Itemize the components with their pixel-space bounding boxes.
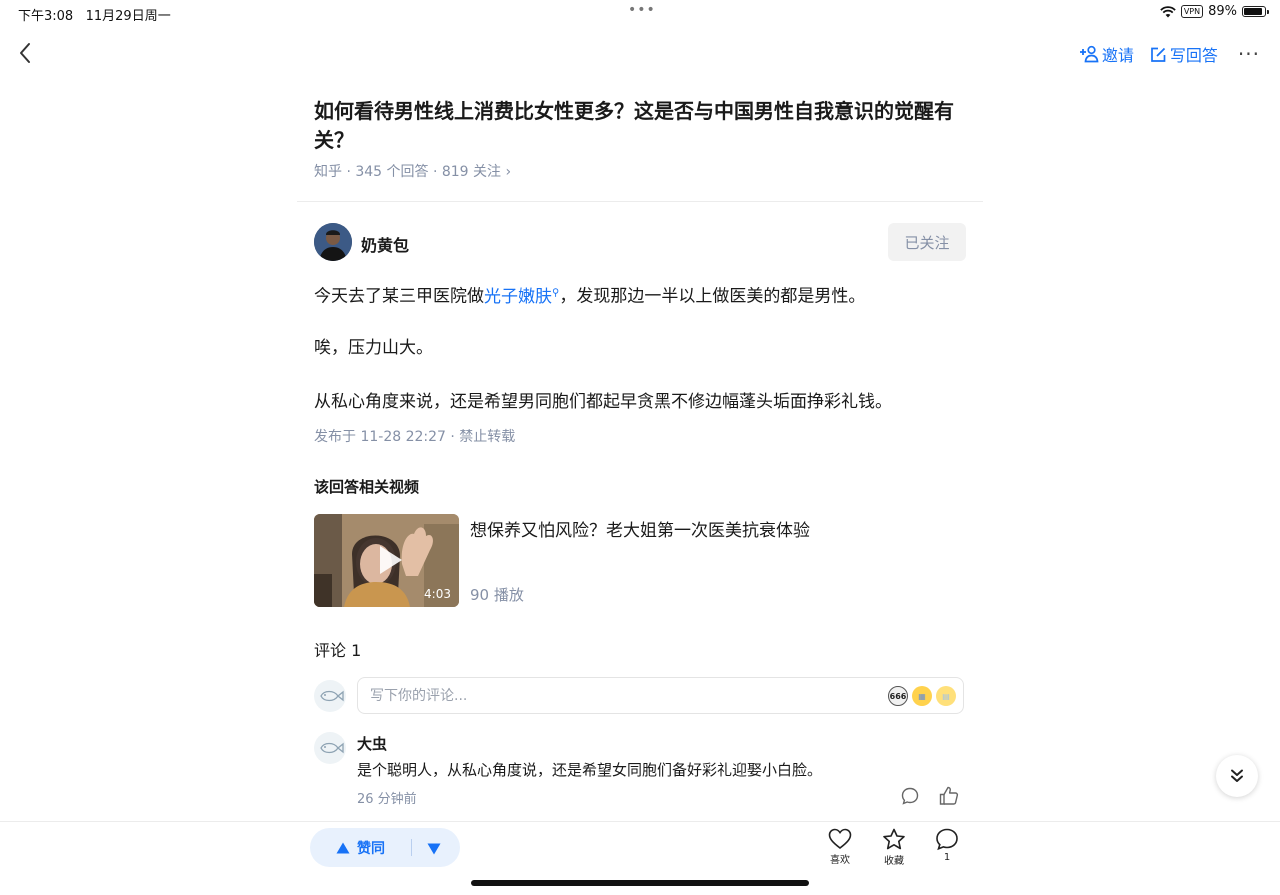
star-icon [883, 828, 905, 850]
home-indicator[interactable] [471, 880, 809, 886]
reply-button[interactable] [900, 786, 920, 806]
video-thumbnail[interactable]: 4:03 [314, 514, 459, 607]
vote-separator [411, 839, 412, 856]
avatar[interactable] [314, 223, 352, 261]
vote-pill: 赞同 [310, 828, 460, 867]
comments-header: 评论 1 [314, 641, 362, 660]
author-row: 奶黄包 已关注 [314, 222, 966, 262]
fish-avatar-icon [320, 742, 344, 754]
related-video-title: 该回答相关视频 [314, 478, 420, 496]
chevron-left-icon [20, 43, 30, 63]
comment-input-row: 666 ▦ ▤ [314, 676, 966, 716]
bottom-action-bar: 赞同 喜欢 收藏 1 [0, 821, 1280, 895]
emoji-666-icon[interactable]: 666 [888, 686, 908, 706]
comment-text: 是个聪明人，从私心角度说，还是希望女同胞们备好彩礼迎娶小白脸。 [357, 761, 823, 779]
scroll-down-button[interactable] [1216, 755, 1258, 797]
triangle-down-icon [427, 843, 441, 855]
multitask-dots-icon[interactable]: ••• [628, 2, 656, 18]
battery-percent: 89% [1208, 4, 1237, 19]
invite-label: 邀请 [1101, 46, 1134, 65]
thumbs-up-icon [939, 786, 959, 805]
comment-count: 1 [943, 852, 951, 863]
video-title[interactable]: 想保养又怕风险？老大姐第一次医美抗衰体验 [470, 516, 810, 541]
write-answer-label: 写回答 [1169, 46, 1218, 65]
edit-icon [1151, 47, 1166, 62]
upvote-label: 赞同 [357, 840, 385, 857]
video-plays: 90 播放 [470, 586, 524, 604]
answer-text: ，发现那边一半以上做医美的都是男性。 [559, 286, 866, 307]
comment-like-button[interactable] [938, 785, 960, 807]
author-name[interactable]: 奶黄包 [361, 232, 409, 256]
divider [297, 201, 983, 202]
avatar[interactable] [314, 732, 346, 764]
status-date: 11月29日周一 [85, 9, 171, 24]
keyword-link-text: 光子嫩肤 [484, 286, 552, 307]
vpn-badge: VPN [1180, 5, 1204, 18]
status-time-date: 下午3:08 11月29日周一 [18, 5, 171, 24]
answer-paragraph: 唉，压力山大。 [314, 338, 433, 358]
fish-avatar-icon [320, 690, 344, 702]
collect-button[interactable]: 收藏 [874, 828, 914, 867]
question-title[interactable]: 如何看待男性线上消费比女性更多？这是否与中国男性自我意识的觉醒有关？ [314, 97, 966, 155]
emoji-cold-icon[interactable]: ▤ [936, 686, 956, 706]
related-video-card[interactable]: 4:03 想保养又怕风险？老大姐第一次医美抗衰体验 90 播放 [314, 514, 966, 608]
comment-bubble-icon [936, 828, 958, 851]
wifi-icon [1160, 5, 1176, 17]
battery-icon [1242, 6, 1269, 17]
write-answer-button[interactable]: 写回答 [1150, 42, 1218, 66]
heart-icon [828, 828, 852, 850]
answer-paragraph: 从私心角度来说，还是希望男同胞们都起早贪黑不修边幅蓬头垢面挣彩礼钱。 [314, 392, 892, 412]
answer-paragraph: 今天去了某三甲医院做光子嫩肤⚲，发现那边一半以上做医美的都是男性。 [314, 280, 865, 310]
collect-label: 收藏 [884, 856, 904, 867]
question-meta[interactable]: 知乎 · 345 个回答 · 819 关注 › [314, 161, 511, 181]
top-actions: 邀请 写回答 ··· [1079, 42, 1260, 66]
upvote-button[interactable]: 赞同 [336, 828, 385, 867]
play-icon [380, 546, 402, 574]
avatar-image [314, 223, 352, 261]
more-icon[interactable]: ··· [1238, 44, 1260, 64]
answer-text: 今天去了某三甲医院做 [314, 286, 484, 307]
answer-meta: 发布于 11-28 22:27 · 禁止转载 [314, 429, 516, 445]
comment-author[interactable]: 大虫 [357, 733, 387, 754]
invite-user-icon [1079, 45, 1099, 63]
keyword-link[interactable]: 光子嫩肤⚲ [484, 287, 559, 307]
like-button[interactable]: 喜欢 [820, 828, 860, 866]
downvote-button[interactable] [427, 840, 441, 859]
like-label: 喜欢 [830, 855, 850, 866]
reply-icon [901, 787, 919, 805]
comment-input[interactable] [357, 677, 964, 714]
status-bar: 下午3:08 11月29日周一 ••• VPN 89% [0, 0, 1280, 26]
emoji-group: 666 ▦ ▤ [888, 686, 956, 706]
triangle-up-icon [336, 842, 350, 853]
video-duration: 4:03 [424, 587, 451, 601]
comment-time: 26 分钟前 [357, 792, 417, 807]
invite-button[interactable]: 邀请 [1079, 42, 1134, 66]
follow-button[interactable]: 已关注 [888, 223, 966, 261]
avatar [314, 680, 346, 712]
emoji-grimace-icon[interactable]: ▦ [912, 686, 932, 706]
double-chevron-down-icon [1231, 769, 1243, 782]
back-button[interactable] [14, 40, 40, 66]
status-indicators: VPN 89% [1160, 4, 1269, 19]
status-time: 下午3:08 [18, 9, 74, 24]
comment-item: 大虫 是个聪明人，从私心角度说，还是希望女同胞们备好彩礼迎娶小白脸。 26 分钟… [314, 730, 966, 810]
comment-button[interactable]: 1 [927, 828, 967, 863]
